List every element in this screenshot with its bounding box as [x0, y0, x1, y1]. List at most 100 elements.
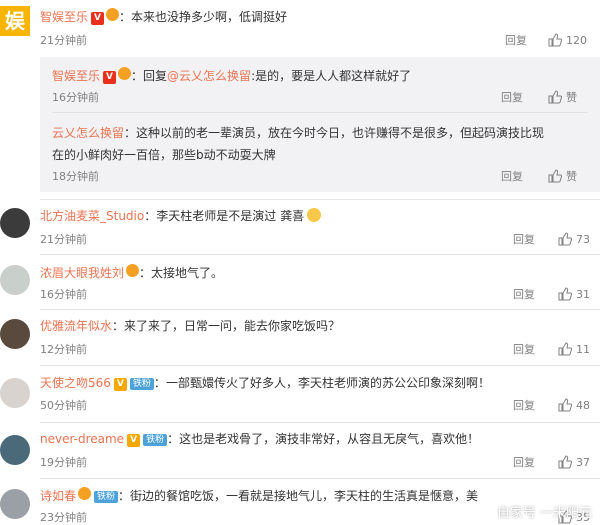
reply-item: 云乂怎么换留：这种以前的老一辈演员，放在今时今日，也许赚得不是很多，但起码演技比… [52, 122, 544, 166]
comment-separator: ： [112, 319, 125, 333]
comment-author[interactable]: 智娱至乐 [40, 10, 88, 24]
reply-author[interactable]: 云乂怎么换留 [52, 126, 124, 140]
like-button[interactable]: 37 [558, 455, 590, 470]
reply-thread: 智娱至乐 V ：回复@云乂怎么换留:是的，要是人人都这样就好了 16分钟前 回复 赞… [40, 57, 600, 192]
reply-author[interactable]: 智娱至乐 [52, 69, 100, 83]
verified-badge-icon: V [113, 378, 127, 391]
reply-button[interactable]: 回复 [513, 288, 535, 302]
fan-badge: 铁粉 [94, 491, 119, 503]
avatar[interactable] [0, 208, 30, 238]
like-label: 赞 [566, 91, 577, 104]
comment-text: 一部甄嬛传火了好多人，李天柱老师演的苏公公印象深刻啊！ [165, 376, 490, 390]
reply-time: 16分钟前 [52, 91, 99, 104]
like-count: 120 [566, 34, 587, 47]
comment-item: never-dreame V 铁粉 ：这也是老戏骨了，演技非常好，从容且无戾气，喜欢他… [0, 423, 600, 480]
avatar[interactable] [0, 265, 30, 295]
avatar[interactable] [0, 489, 30, 519]
like-button[interactable]: 48 [558, 398, 590, 413]
comment-separator: ： [153, 376, 166, 390]
reply-button[interactable]: 回复 [513, 233, 535, 247]
comment-author[interactable]: 天使之吻566 [40, 376, 111, 390]
laughing-emoji-icon [307, 208, 322, 222]
comment-time: 21分钟前 [40, 233, 87, 246]
comment-time: 23分钟前 [40, 511, 87, 524]
comment-time: 21分钟前 [40, 34, 87, 47]
fan-badge: 铁粉 [143, 434, 168, 446]
comment-separator: ： [167, 432, 180, 446]
watermark: 自家号 一米阳元 [496, 506, 592, 521]
comment-author[interactable]: never-dreame [40, 432, 124, 446]
comment-text: 本来也没挣多少啊，低调挺好 [131, 10, 288, 24]
member-crown-icon [118, 67, 132, 80]
thumb-up-icon [558, 342, 572, 356]
like-button[interactable]: 120 [548, 33, 587, 48]
comment-author[interactable]: 优雅流年似水 [40, 319, 112, 333]
comment-separator: ： [119, 10, 132, 24]
avatar[interactable]: 娱 [0, 6, 30, 36]
comment-text: 李天柱老师是不是演过 龚喜 [156, 209, 305, 223]
comment-text: 来了来了，日常一问，能去你家吃饭吗？ [124, 319, 341, 333]
thumb-up-icon [548, 90, 562, 104]
comment-separator: ： [118, 489, 131, 503]
reply-button[interactable]: 回复 [513, 399, 535, 413]
reply-button[interactable]: 回复 [501, 91, 523, 105]
like-button[interactable]: 73 [558, 232, 590, 247]
comment-time: 50分钟前 [40, 399, 87, 412]
comment-item: 浓眉大眼我姓刘 ：太接地气了。 16分钟前 回复 31 [0, 255, 600, 312]
like-count: 73 [576, 233, 590, 246]
avatar[interactable] [0, 435, 30, 465]
reply-button[interactable]: 回复 [505, 34, 527, 48]
verified-badge-icon: V [103, 71, 117, 84]
like-button[interactable]: 11 [558, 342, 590, 357]
member-crown-icon [78, 487, 92, 500]
reply-prefix: 回复 [143, 69, 168, 83]
reply-text: :是的，要是人人都这样就好了 [251, 69, 412, 83]
comment-time: 12分钟前 [40, 343, 87, 356]
comment-time: 19分钟前 [40, 456, 87, 469]
member-crown-icon [106, 8, 120, 21]
reply-text: 这种以前的老一辈演员，放在今时今日，也许赚得不是很多，但起码演技比现 [136, 126, 545, 140]
reply-button[interactable]: 回复 [501, 170, 523, 184]
comment-item: 天使之吻566 V 铁粉 ：一部甄嬛传火了好多人，李天柱老师演的苏公公印象深刻啊！ 5… [0, 366, 600, 423]
reply-time: 18分钟前 [52, 170, 99, 183]
like-button[interactable]: 赞 [548, 169, 577, 184]
comment-author[interactable]: 诗如春 [40, 489, 76, 503]
like-count: 11 [576, 343, 590, 356]
fan-badge: 铁粉 [129, 378, 154, 390]
member-crown-icon [126, 264, 140, 277]
thumb-up-icon [548, 33, 562, 47]
reply-button[interactable]: 回复 [513, 343, 535, 357]
reply-button[interactable]: 回复 [513, 456, 535, 470]
comment-item: 娱 智娱至乐 V ：本来也没挣多少啊，低调挺好 21分钟前 回复 120 [0, 0, 600, 57]
like-count: 37 [576, 456, 590, 469]
comment-item: 优雅流年似水：来了来了，日常一问，能去你家吃饭吗？ 12分钟前 回复 11 [0, 310, 600, 367]
reply-separator: ： [131, 69, 144, 83]
reply-divider [52, 112, 588, 113]
comment-separator: ： [144, 209, 157, 223]
like-label: 赞 [566, 170, 577, 183]
mention-link[interactable]: @云乂怎么换留 [167, 69, 251, 83]
like-count: 31 [576, 288, 590, 301]
verified-badge-icon: V [127, 434, 141, 447]
thumb-up-icon [558, 232, 572, 246]
like-button[interactable]: 赞 [548, 90, 577, 105]
comment-text: 这也是老戏骨了，演技非常好，从容且无戾气，喜欢他！ [179, 432, 480, 446]
avatar[interactable] [0, 378, 30, 408]
avatar[interactable] [0, 319, 30, 349]
comment-text: 街边的餐馆吃饭，一看就是接地气儿，李天柱的生活真是惬意，美 [130, 489, 479, 503]
like-button[interactable]: 31 [558, 287, 590, 302]
thumb-up-icon [558, 398, 572, 412]
comment-separator: ： [139, 266, 152, 280]
comment-author[interactable]: 北方油麦菜_Studio [40, 209, 144, 223]
comment-item: 北方油麦菜_Studio：李天柱老师是不是演过 龚喜 21分钟前 回复 73 [0, 200, 600, 257]
like-count: 48 [576, 399, 590, 412]
thumb-up-icon [558, 287, 572, 301]
verified-badge-icon: V [91, 12, 105, 25]
comment-time: 16分钟前 [40, 288, 87, 301]
reply-separator: ： [124, 126, 137, 140]
comment-text: 太接地气了。 [151, 266, 224, 280]
comment-author[interactable]: 浓眉大眼我姓刘 [40, 266, 124, 280]
thumb-up-icon [548, 169, 562, 183]
reply-text-continued: 在的小鲜肉好一百倍，那些b动不动耍大牌 [52, 148, 276, 162]
reply-item: 智娱至乐 V ：回复@云乂怎么换留:是的，要是人人都这样就好了 [52, 67, 411, 84]
